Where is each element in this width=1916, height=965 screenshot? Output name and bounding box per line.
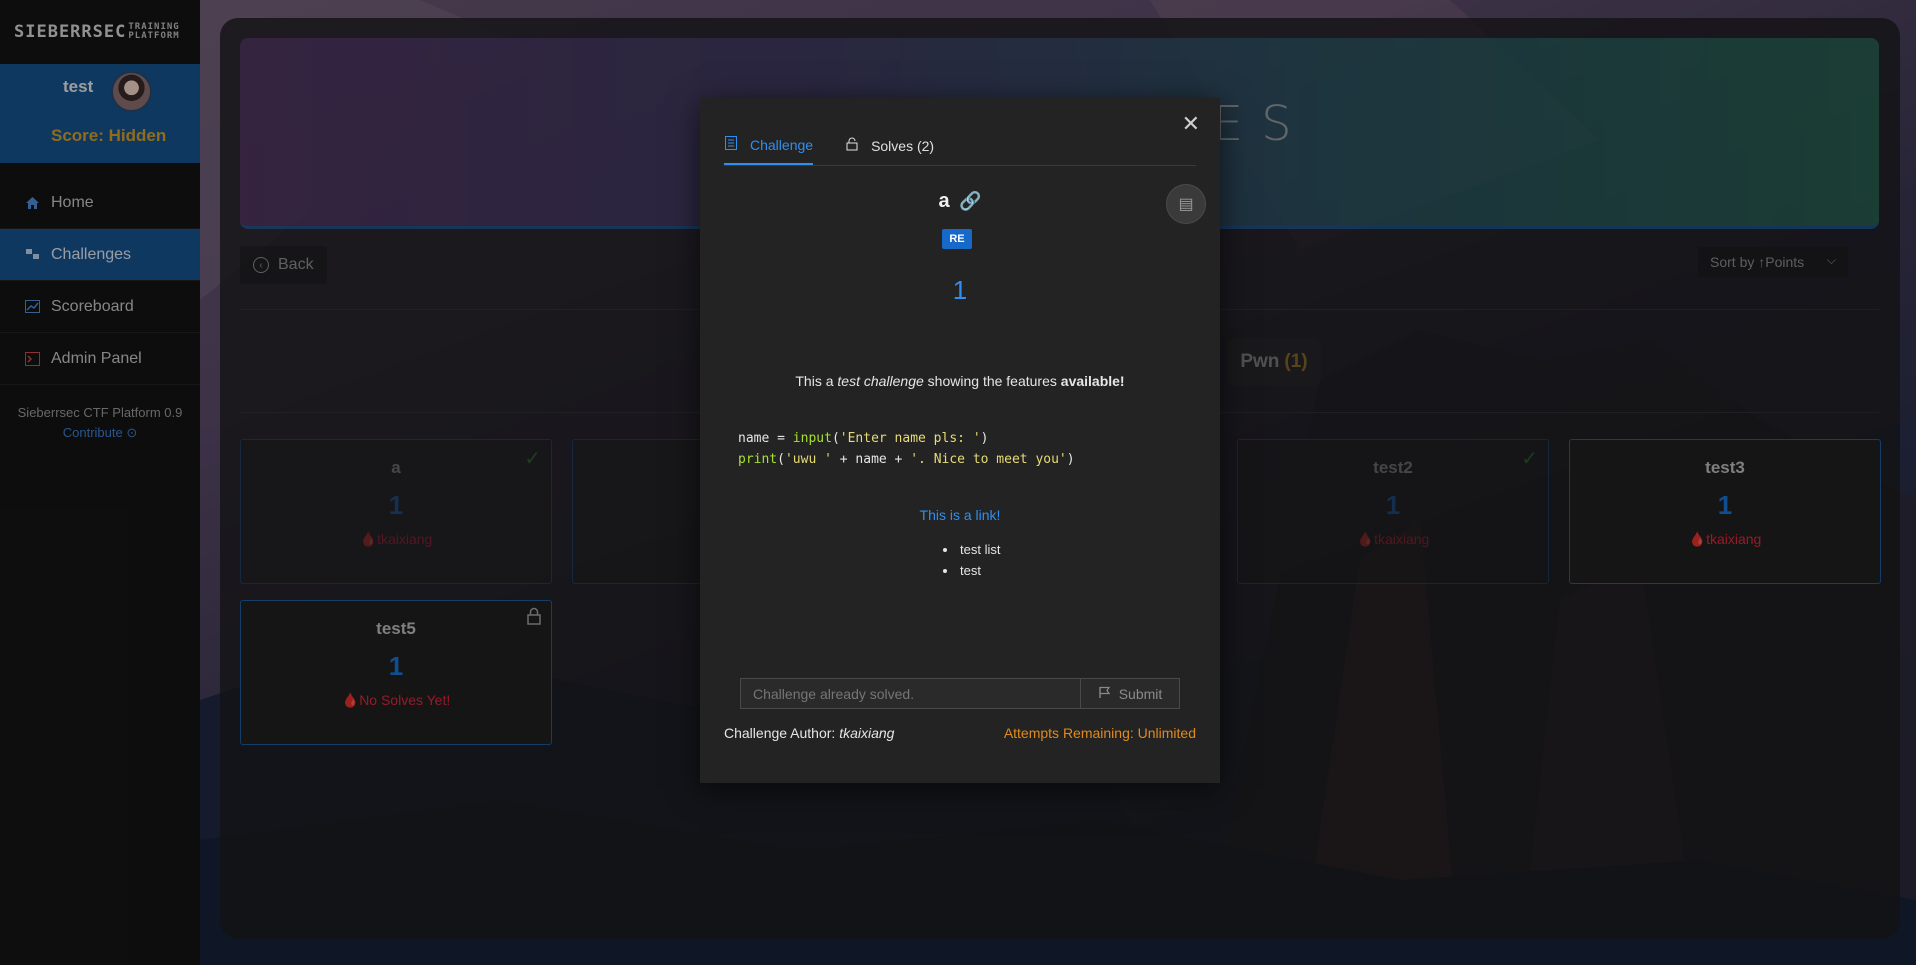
- code-text: ): [1066, 452, 1075, 467]
- tab-solves[interactable]: Solves (2): [845, 130, 934, 165]
- challenge-title: a 🔗: [700, 190, 1220, 213]
- submit-button[interactable]: Submit: [1080, 678, 1180, 709]
- code-string: 'uwu ': [784, 452, 832, 467]
- code-function: print: [738, 452, 778, 467]
- document-icon: [724, 136, 738, 153]
- challenge-modal: ✕ Challenge Solves (2) a 🔗 ▤ RE 1 This a…: [700, 98, 1220, 783]
- flag-submit-row: Submit: [740, 678, 1180, 709]
- list-item: test: [958, 563, 1000, 578]
- code-text: name =: [738, 431, 793, 446]
- unlock-icon: [845, 137, 859, 154]
- challenge-points: 1: [952, 275, 968, 305]
- code-block: name = input('Enter name pls: ') print('…: [738, 428, 1075, 470]
- code-string: '. Nice to meet you': [910, 452, 1067, 467]
- challenge-author: Challenge Author: tkaixiang: [724, 725, 894, 741]
- description-link[interactable]: This is a link!: [700, 507, 1220, 523]
- desc-text: showing the features: [923, 373, 1061, 389]
- tab-label: Challenge: [750, 136, 814, 153]
- list-item: test list: [958, 542, 1000, 557]
- challenge-name: a: [938, 190, 950, 212]
- desc-bold: available!: [1060, 373, 1125, 389]
- author-name: tkaixiang: [839, 725, 895, 741]
- tab-challenge[interactable]: Challenge: [724, 130, 814, 165]
- code-string: 'Enter name pls: ': [839, 431, 981, 446]
- modal-tabs: Challenge Solves (2): [724, 130, 1196, 166]
- writeup-icon: ▤: [1178, 196, 1194, 213]
- link-icon[interactable]: 🔗: [959, 191, 981, 211]
- code-text: (: [831, 431, 840, 446]
- submit-label: Submit: [1118, 685, 1163, 702]
- flag-input[interactable]: [740, 678, 1080, 709]
- author-label: Challenge Author:: [724, 725, 840, 741]
- code-text: ): [980, 431, 989, 446]
- flag-icon: [1098, 686, 1111, 702]
- description-list: test list test: [942, 542, 1000, 584]
- writeup-button[interactable]: ▤: [1166, 184, 1206, 224]
- tab-label: Solves (2): [871, 137, 935, 154]
- desc-text: This a: [795, 373, 838, 389]
- challenge-description: This a test challenge showing the featur…: [700, 373, 1220, 389]
- category-tag[interactable]: RE: [942, 229, 972, 249]
- code-text: + name +: [831, 452, 911, 467]
- code-text: (: [777, 452, 785, 467]
- attempts-remaining: Attempts Remaining: Unlimited: [1003, 725, 1196, 741]
- desc-italic: test challenge: [837, 373, 924, 389]
- code-function: input: [792, 431, 832, 446]
